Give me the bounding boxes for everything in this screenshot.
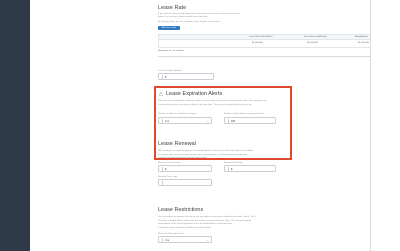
renewal-rate-value: $	[231, 167, 233, 171]
left-nav-sidebar	[0, 0, 30, 251]
lease-rate-note: By clicking below, you can customize rat…	[158, 21, 221, 23]
table-cell: $1,000.000	[358, 42, 369, 44]
restrictions-term-select[interactable]: Yes ⌄	[158, 236, 212, 243]
divider	[158, 56, 370, 57]
stepper-icon	[227, 167, 229, 171]
renewal-term-field[interactable]: $	[158, 165, 212, 172]
chevron-down-icon: ⌄	[206, 238, 209, 242]
section-title-lease-restrictions: Lease Restrictions	[158, 207, 204, 213]
restrictions-term-value: Yes	[165, 238, 170, 242]
add-lease-rate-button[interactable]: Add Lease Rate	[158, 26, 180, 30]
section-title-lease-rate: Lease Rate	[158, 5, 187, 11]
lease-duration-field[interactable]: $	[158, 73, 214, 80]
lease-duration-value: $	[165, 75, 167, 79]
stepper-icon	[161, 181, 163, 185]
main-content: Lease Rate If you want to quote an adjus…	[30, 0, 370, 251]
stepper-icon	[161, 238, 163, 242]
stepper-icon	[161, 75, 163, 79]
column-header[interactable]: Lease Rate (Per Month)	[249, 36, 272, 38]
highlight-box	[154, 86, 292, 160]
lease-rate-table: Lease Rate (Per Month) Lease Rate (Sold …	[158, 34, 370, 48]
table-cell: $1,000.000	[252, 42, 263, 44]
column-header[interactable]: Lease Rate (Sold Rate)	[304, 36, 327, 38]
lease-rate-description-line-2: below. You can also create multiple leas…	[158, 16, 209, 18]
renewal-term-value: $	[165, 167, 167, 171]
renewal-term-type-field[interactable]	[158, 179, 212, 186]
table-header: Lease Rate (Per Month) Lease Rate (Sold …	[159, 35, 370, 40]
renewal-rate-field[interactable]: $	[224, 165, 276, 172]
restrictions-description-line-4: If restricted, lease restrictions detail…	[158, 226, 212, 229]
table-cell: $1,000.000	[307, 42, 318, 44]
showing-entries-text: Showing 1 to 1 of 1 entries	[158, 50, 184, 52]
scrollbar[interactable]	[370, 0, 400, 251]
stepper-icon	[161, 167, 163, 171]
column-header[interactable]: Monthly Rent	[355, 36, 368, 38]
